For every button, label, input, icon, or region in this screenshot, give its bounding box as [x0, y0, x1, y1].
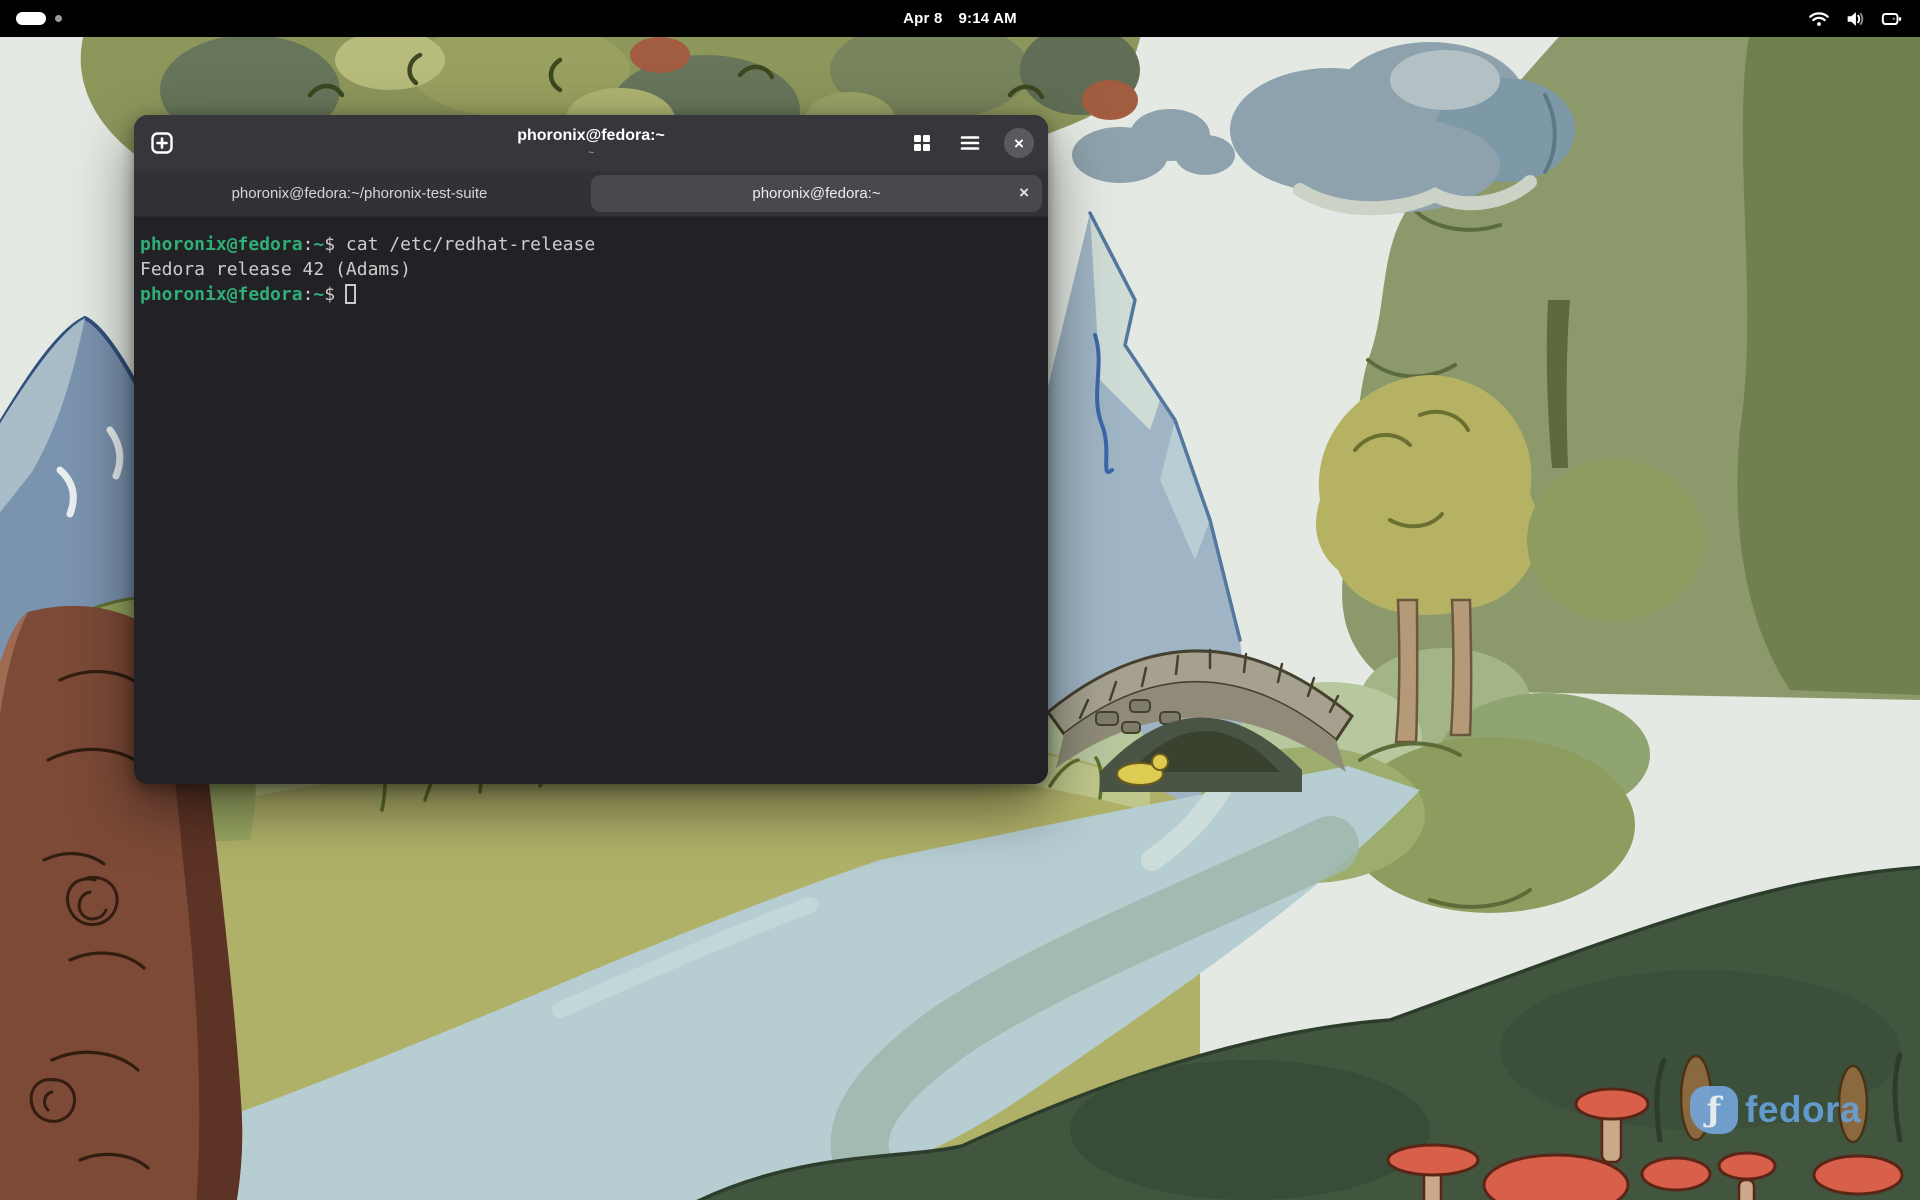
clock[interactable]: Apr 8 9:14 AM [0, 0, 1920, 37]
tab-phoronix-test-suite[interactable]: phoronix@fedora:~/phoronix-test-suite [134, 171, 585, 216]
prompt-user: phoronix@fedora [140, 234, 303, 255]
titlebar-controls: × [908, 128, 1034, 158]
terminal-content[interactable]: phoronix@fedora:~$ cat /etc/redhat-relea… [134, 217, 1048, 784]
clock-date: Apr 8 [903, 10, 942, 27]
terminal-cursor [345, 284, 356, 304]
terminal-line-prompt: phoronix@fedora:~$ [140, 282, 1038, 307]
gnome-top-bar: Apr 8 9:14 AM [0, 0, 1920, 37]
prompt-path: ~ [313, 284, 324, 305]
command-text: cat /etc/redhat-release [335, 234, 595, 255]
close-icon: × [1014, 135, 1024, 152]
tab-home[interactable]: phoronix@fedora:~ × [591, 175, 1042, 212]
tab-label: phoronix@fedora:~/phoronix-test-suite [232, 185, 488, 202]
terminal-line-command: phoronix@fedora:~$ cat /etc/redhat-relea… [140, 232, 1038, 257]
clock-time: 9:14 AM [958, 10, 1016, 27]
terminal-titlebar[interactable]: phoronix@fedora:~ ~ × [134, 115, 1048, 171]
menu-button[interactable] [956, 129, 984, 157]
terminal-line-output: Fedora release 42 (Adams) [140, 257, 1038, 282]
tab-close-icon[interactable]: × [1019, 183, 1029, 203]
prompt-colon: : [303, 234, 314, 255]
fedora-logo: ƒ fedora [1690, 1086, 1861, 1134]
prompt-dollar: $ [324, 284, 335, 305]
prompt-dollar: $ [324, 234, 335, 255]
fedora-logo-icon: ƒ [1690, 1086, 1738, 1134]
fedora-wordmark: fedora [1745, 1089, 1861, 1131]
system-status-area[interactable] [1808, 0, 1904, 37]
new-tab-button[interactable] [148, 129, 176, 157]
battery-charging-icon[interactable] [1880, 8, 1904, 30]
prompt-colon: : [303, 284, 314, 305]
tab-overview-button[interactable] [908, 129, 936, 157]
window-title: phoronix@fedora:~ [517, 127, 665, 145]
close-window-button[interactable]: × [1004, 128, 1034, 158]
tab-bar: phoronix@fedora:~/phoronix-test-suite ph… [134, 171, 1048, 217]
wifi-icon[interactable] [1808, 8, 1830, 30]
tab-label: phoronix@fedora:~ [752, 185, 880, 202]
volume-icon[interactable] [1844, 8, 1866, 30]
prompt-path: ~ [313, 234, 324, 255]
window-subtitle: ~ [588, 147, 594, 159]
prompt-user: phoronix@fedora [140, 284, 303, 305]
terminal-window: phoronix@fedora:~ ~ × [134, 115, 1048, 784]
